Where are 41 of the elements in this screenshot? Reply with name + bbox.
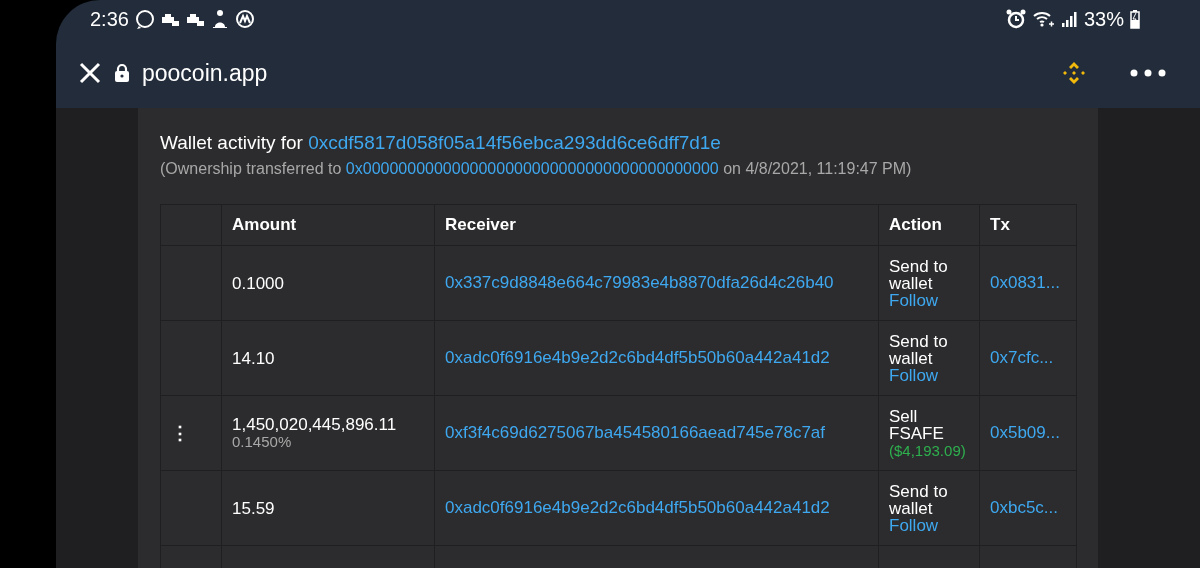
wallet-address-link[interactable]: 0xcdf5817d058f05a14f56ebca293dd6ce6dff7d1e — [308, 132, 721, 153]
battery-icon — [1130, 9, 1140, 29]
wallet-activity-heading: Wallet activity for 0xcdf5817d058f05a14f56ebca293dd6ce6dff7d1e — [160, 132, 722, 154]
wifi-icon — [1031, 9, 1055, 29]
action-text: Send to wallet — [889, 332, 949, 367]
usd-value: ($4,193.09) — [889, 441, 967, 459]
column-header: Tx — [990, 215, 1010, 234]
amount-text: 0.1000 — [232, 274, 285, 292]
row-menu-button[interactable]: ⋮ — [171, 422, 189, 444]
follow-link[interactable]: Follow — [889, 516, 969, 534]
lock-icon — [114, 63, 130, 83]
share-percent: 0.1450% — [232, 433, 293, 450]
action-text: Send to wallet — [889, 482, 949, 517]
chat-bubble-icon — [134, 9, 155, 29]
column-header: Amount — [232, 215, 297, 234]
close-button[interactable] — [78, 61, 102, 85]
tx-hash-link[interactable]: 0x5b09... — [990, 423, 1060, 442]
column-header: Receiver — [445, 215, 516, 234]
close-icon — [78, 61, 102, 85]
clock-time: 2:36 — [90, 7, 129, 31]
column-header: Action — [889, 215, 942, 234]
battery-percent: 33% — [1083, 7, 1124, 31]
signal-icon — [1060, 9, 1078, 29]
amount-text: 15.59 — [232, 499, 276, 517]
amount-text: 1,450,020,445,896.11 — [232, 416, 398, 433]
action-text: Sell FSAFE — [889, 407, 945, 442]
alarm-clock-icon — [1005, 9, 1026, 29]
tx-hash-link[interactable]: 0xbc5c... — [990, 498, 1059, 517]
follow-link[interactable]: Follow — [889, 291, 969, 309]
url-text[interactable]: poocoin.app — [142, 59, 268, 87]
coin-logo-icon — [234, 9, 255, 29]
more-menu-button[interactable] — [1130, 69, 1166, 77]
tx-hash-link[interactable]: 0x7cfc... — [990, 348, 1054, 367]
tx-hash-link[interactable]: 0x0831... — [990, 273, 1060, 292]
amount-text: 14.10 — [232, 349, 276, 367]
action-text: Send to wallet — [889, 257, 949, 292]
follow-link[interactable]: Follow — [889, 366, 969, 384]
ownership-note: (Ownership transferred to 0x0000000000000000000000000000000000000000 on 4/8/2021, 11:19:47 PM) — [160, 160, 913, 178]
figure-icon — [210, 9, 229, 29]
more-dots-icon — [1130, 69, 1166, 77]
owner-address-link[interactable]: 0x0000000000000000000000000000000000000000 — [345, 160, 719, 177]
